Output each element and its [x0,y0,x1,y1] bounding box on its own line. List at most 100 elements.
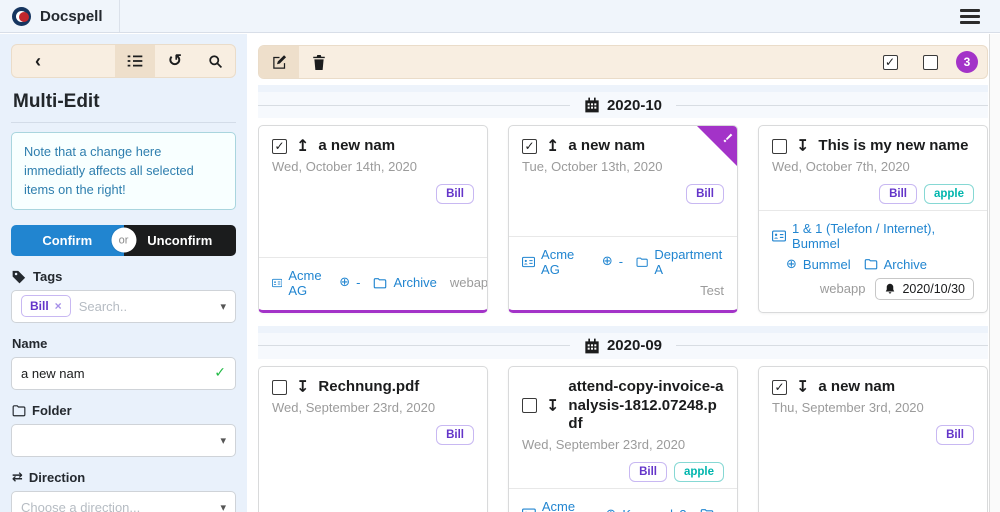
correspondent-link[interactable]: Acme AG [272,268,326,298]
brand-link[interactable]: Docspell [0,0,120,32]
folder-link[interactable]: Archive [373,275,436,290]
delete-selected-button[interactable] [299,46,339,78]
tag-chip-bill: Bill × [21,295,71,317]
tag-badge: Bill [629,462,667,482]
direction-outgoing-icon [296,138,309,154]
view-list-button[interactable] [115,45,155,77]
correspondent-link[interactable]: Acme AG [522,247,589,277]
item-source: Test [700,283,724,298]
search-button[interactable] [195,45,235,77]
name-label: Name [12,336,235,351]
calendar-icon [584,97,600,113]
item-title[interactable]: a new nam [318,137,395,156]
item-checkbox[interactable] [272,139,287,154]
tasks-list-icon [127,54,143,68]
select-none-button[interactable] [910,46,950,78]
unconfirm-button[interactable]: Unconfirm [124,225,237,256]
multi-edit-sidebar: ‹ ↺ Multi-Edit Note that a change here [0,34,247,512]
scrollbar[interactable] [989,34,1000,512]
divider [11,122,236,123]
item-title[interactable]: a new nam [818,378,895,397]
folder-link: - [700,507,724,512]
tag-badge: Bill [436,425,474,445]
items-panel: 3 2020-10 a new nam Wed, Oct [258,34,988,512]
cards-row-1: a new nam Wed, October 14th, 2020 Bill A… [258,125,988,313]
undo-button[interactable]: ↺ [155,45,195,77]
sidebar-toolbar: ‹ ↺ [11,44,236,78]
edit-selected-button[interactable] [259,46,299,78]
chevron-down-icon: ▾ [220,501,226,512]
folder-label: Folder [12,403,235,418]
item-card: a new nam Thu, September 3rd, 2020 Bill … [758,366,988,512]
square-icon [923,55,938,70]
hamburger-menu-icon[interactable] [960,6,980,27]
folder-link[interactable]: Archive [864,257,927,272]
confirm-button[interactable]: Confirm [11,225,124,256]
tag-badge: Bill [936,425,974,445]
docspell-logo-icon [12,7,31,26]
direction-incoming-icon [546,398,559,414]
valid-check-icon: ✓ [214,365,226,381]
item-source: webapp [820,281,866,296]
tag-badge: Bill [686,184,724,204]
month-band [258,85,988,92]
trash-icon [312,55,326,70]
tags-multiselect[interactable]: Bill × Search.. ▾ [11,290,236,323]
folder-link[interactable]: Department A [636,247,724,277]
direction-incoming-icon [296,379,309,395]
check-square-icon [883,55,898,70]
remove-tag-icon[interactable]: × [55,299,62,313]
name-input[interactable] [21,366,206,381]
name-field-wrap: ✓ [11,357,236,390]
item-title[interactable]: This is my new name [818,137,968,156]
item-date: Wed, September 23rd, 2020 [522,437,724,452]
tag-badge: Bill [436,184,474,204]
item-checkbox[interactable] [272,380,287,395]
item-date: Wed, October 7th, 2020 [772,159,974,174]
correspondent-link[interactable]: 1 & 1 (Telefon / Internet), Bummel [772,221,974,251]
confirm-toggle: Confirm Unconfirm or [11,225,236,256]
tag-badge: apple [924,184,974,204]
items-toolbar: 3 [258,45,988,79]
bell-icon [884,283,896,295]
concerning-link[interactable]: ⊕ Keywords3 [605,507,686,512]
item-checkbox[interactable] [522,139,537,154]
chevron-down-icon: ▾ [220,434,226,447]
month-title: 2020-09 [607,337,662,354]
item-checkbox[interactable] [772,139,787,154]
direction-label: ⇄ Direction [12,470,235,485]
calendar-icon [584,338,600,354]
folder-icon [12,404,26,417]
item-checkbox[interactable] [772,380,787,395]
back-button[interactable]: ‹ [12,45,64,77]
item-card: This is my new name Wed, October 7th, 20… [758,125,988,313]
concerning-link[interactable]: ⊕ Bummel [786,257,851,272]
item-title[interactable]: a new nam [568,137,645,156]
item-checkbox[interactable] [522,398,537,413]
concerning-link: ⊕ - [339,275,360,290]
tag-badge: apple [674,462,724,482]
correspondent-link[interactable]: Acme AG [522,499,592,512]
direction-dropdown[interactable]: Choose a direction... ▾ [11,491,236,512]
direction-incoming-icon [796,379,809,395]
item-card: Rechnung.pdf Wed, September 23rd, 2020 B… [258,366,488,512]
direction-outgoing-icon [546,138,559,154]
brand-name: Docspell [40,8,103,25]
direction-incoming-icon [796,138,809,154]
folder-dropdown[interactable]: ▾ [11,424,236,457]
item-title[interactable]: attend-copy-invoice-analysis-1812.07248.… [568,378,724,434]
concerning-link: ⊕ - [602,254,623,269]
tags-label: Tags [12,269,235,284]
month-header-2020-10: 2020-10 [258,92,988,118]
tag-badge: Bill [879,184,917,204]
item-title[interactable]: Rechnung.pdf [318,378,419,397]
tags-search-input[interactable]: Search.. [79,299,213,314]
item-date: Wed, September 23rd, 2020 [272,400,474,415]
month-band [258,326,988,333]
select-all-button[interactable] [870,46,910,78]
item-date: Tue, October 13th, 2020 [522,159,724,174]
or-label: or [111,228,136,253]
item-date: Wed, October 14th, 2020 [272,159,474,174]
month-title: 2020-10 [607,97,662,114]
item-date: Thu, September 3rd, 2020 [772,400,974,415]
